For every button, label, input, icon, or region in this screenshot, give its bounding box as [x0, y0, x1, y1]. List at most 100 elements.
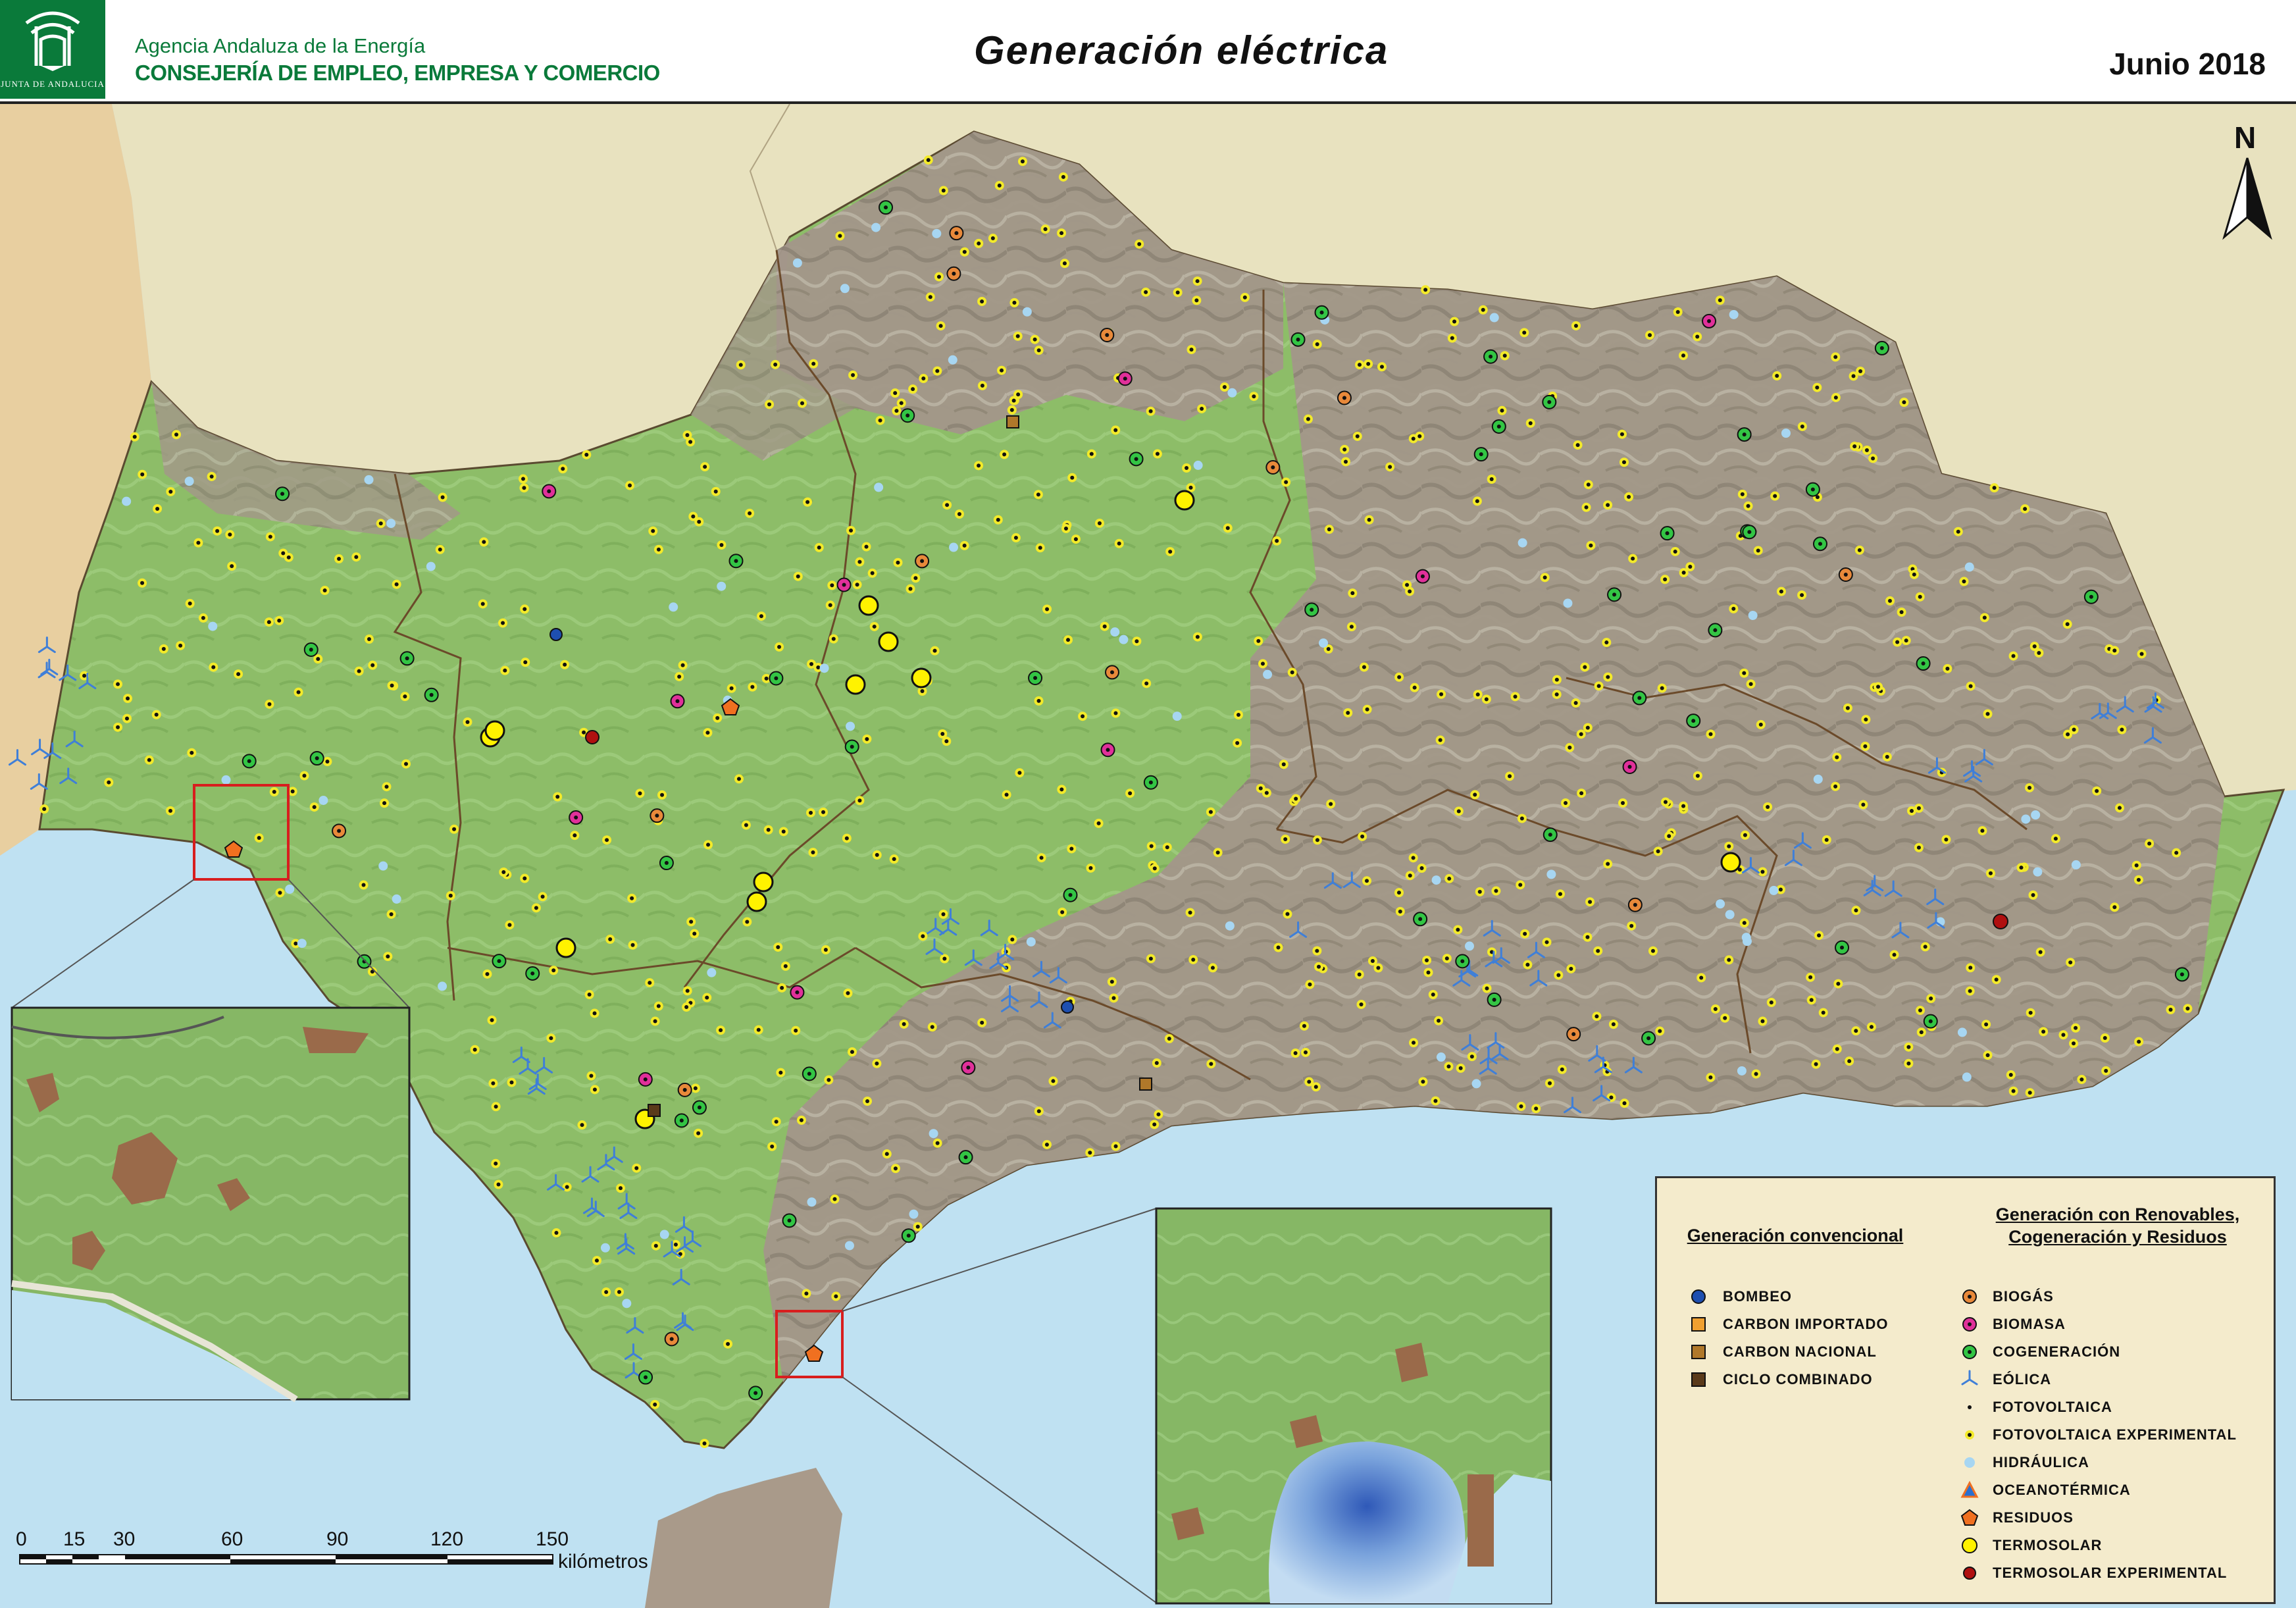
hidraulica-marker: [792, 258, 802, 268]
hidraulica-marker: [1319, 638, 1329, 648]
cogeneracion-marker-center: [1068, 893, 1073, 897]
fotovoltaica-marker-center: [563, 662, 567, 667]
hidraulica-marker: [1436, 1052, 1446, 1062]
fotovoltaica-marker-center: [1350, 591, 1355, 596]
fotovoltaica-marker-center: [501, 869, 506, 874]
fotovoltaica-marker-center: [1980, 829, 1985, 833]
residuos-icon: [1960, 1509, 1979, 1526]
fotovoltaica-marker-center: [1396, 891, 1401, 895]
fotovoltaica-marker-center: [161, 646, 166, 651]
fotovoltaica-marker-center: [1069, 846, 1074, 851]
cogeneracion-marker-center: [787, 1218, 792, 1223]
fotovoltaica-marker-center: [1968, 989, 1972, 993]
fotovoltaica-marker-center: [1469, 1054, 1474, 1059]
biogas-marker-center: [1633, 902, 1637, 907]
fotovoltaica-marker-center: [702, 1441, 707, 1446]
fotovoltaica-marker-center: [1808, 975, 1813, 979]
hidraulica-marker: [1489, 313, 1499, 323]
cogeneracion-marker-center: [497, 959, 501, 964]
scale-label: 120: [430, 1528, 464, 1550]
fotovoltaica-marker-center: [1315, 342, 1319, 346]
fotovoltaica-marker-center: [1681, 571, 1686, 575]
fotovoltaica-marker-center: [1283, 837, 1288, 841]
fotovoltaica-marker-center: [2031, 893, 2035, 897]
carbon-nacional-marker: [1006, 415, 1019, 428]
fotovoltaica-marker-center: [592, 1087, 597, 1092]
fotovoltaica-marker-center: [1699, 975, 1704, 980]
fotovoltaica-marker-center: [778, 1070, 783, 1075]
fotovoltaica-marker-center: [1525, 962, 1530, 967]
fotovoltaica-marker-center: [821, 810, 826, 814]
fotovoltaica-marker-center: [1871, 456, 1875, 461]
fotovoltaica-marker-center: [1398, 909, 1402, 914]
fotovoltaica-marker-center: [1366, 361, 1371, 366]
fotovoltaica-marker-center: [884, 1152, 889, 1156]
fotovoltaica-marker-center: [1135, 639, 1139, 644]
fotovoltaica-marker-center: [1004, 792, 1009, 797]
fotovoltaica-marker-center: [215, 529, 220, 533]
carbon-importado-marker: [1139, 1077, 1152, 1091]
cogeneracion-marker-center: [1879, 346, 1884, 350]
fotovoltaica-marker-center: [594, 1258, 599, 1263]
fotovoltaica-marker-center: [926, 158, 931, 163]
biomasa-marker-center: [1420, 574, 1425, 579]
fotovoltaica-marker-center: [1992, 486, 1997, 490]
fotovoltaica-marker-center: [770, 1144, 775, 1149]
fotovoltaica-marker-center: [719, 1028, 723, 1033]
biomasa-marker-center: [1106, 748, 1110, 752]
fotovoltaica-marker-center: [2104, 1068, 2108, 1073]
fotovoltaica-marker-center: [82, 673, 87, 678]
fotovoltaica-marker-center: [1573, 701, 1578, 706]
fotovoltaica-marker-center: [1778, 887, 1783, 892]
cogeneracion-marker-center: [1319, 310, 1324, 315]
fotovoltaica-marker-center: [851, 373, 855, 377]
fotovoltaica-marker-center: [1663, 577, 1668, 582]
fotovoltaica-marker-center: [1144, 290, 1148, 294]
fotovoltaica-marker-center: [1985, 1053, 1990, 1058]
fotovoltaica-marker-center: [685, 433, 690, 438]
fotovoltaica-marker-center: [1727, 958, 1731, 962]
cogeneracion-marker-center: [1646, 1036, 1651, 1041]
fotovoltaica-marker-center: [1962, 579, 1966, 584]
fotovoltaica-marker-center: [448, 893, 453, 898]
fotovoltaica-marker-center: [1437, 1018, 1441, 1023]
termosolar-experimental-icon: [1963, 1567, 1976, 1580]
fotovoltaica-marker-center: [302, 773, 307, 778]
fotovoltaica-marker-center: [941, 188, 946, 193]
north-label: N: [2234, 120, 2257, 155]
cogeneracion-marker-center: [1547, 400, 1552, 404]
fotovoltaica-marker-center: [2120, 727, 2124, 732]
fotovoltaica-marker-center: [1195, 279, 1200, 284]
fotovoltaica-marker-center: [1887, 598, 1892, 603]
fotovoltaica-marker-center: [1779, 589, 1783, 594]
fotovoltaica-marker-center: [1746, 504, 1750, 508]
fotovoltaica-marker-center: [957, 511, 961, 516]
fotovoltaica-marker-center: [942, 956, 947, 961]
fotovoltaica-marker-center: [1912, 572, 1916, 577]
fotovoltaica-marker-center: [354, 555, 359, 559]
fotovoltaica-marker-center: [1113, 1144, 1118, 1149]
fotovoltaica-marker-center: [1155, 452, 1160, 456]
bombeo-icon: [1691, 1289, 1706, 1304]
fotovoltaica-marker-center: [1814, 1062, 1818, 1066]
fotovoltaica-marker-center: [1307, 1079, 1312, 1084]
termosolar-marker: [878, 631, 899, 652]
fotovoltaica-marker-center: [1284, 480, 1288, 484]
fotovoltaica-marker-center: [2011, 654, 2016, 658]
fotovoltaica-marker-center: [892, 857, 896, 862]
cogeneracion-marker-center: [1818, 542, 1822, 546]
fotovoltaica-marker-center: [277, 618, 282, 623]
fotovoltaica-marker-center: [494, 1104, 498, 1109]
fotovoltaica-marker-center: [715, 715, 720, 720]
fotovoltaica-marker-center: [1895, 640, 1900, 644]
hidraulica-marker: [1026, 937, 1036, 947]
cogeneracion-marker-center: [753, 1391, 758, 1395]
fotovoltaica-marker-center: [1315, 838, 1319, 843]
fotovoltaica-marker-center: [1919, 1030, 1924, 1035]
fotovoltaica-marker-center: [1523, 931, 1527, 936]
fotovoltaica-marker-center: [1851, 374, 1856, 378]
fotovoltaica-marker-center: [1088, 1151, 1092, 1155]
fotovoltaica-marker-center: [2061, 1033, 2066, 1037]
fotovoltaica-marker-center: [1766, 804, 1770, 809]
fotovoltaica-marker-center: [472, 1047, 477, 1052]
